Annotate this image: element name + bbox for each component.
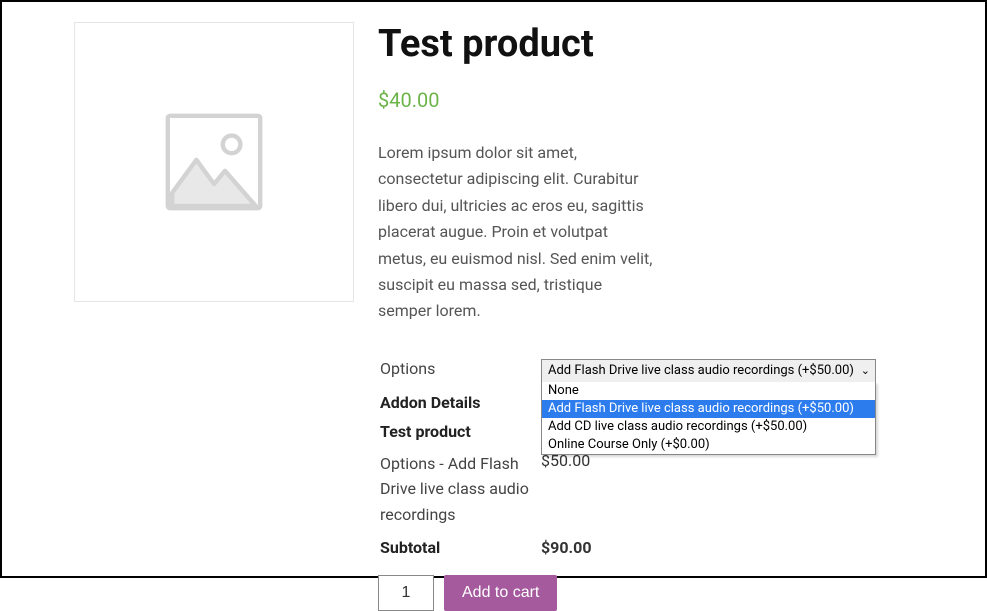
product-row: Test product $40.00 Lorem ipsum dolor si… [74,22,913,611]
subtotal-price: $90.00 [541,538,592,557]
options-select-value: Add Flash Drive live class audio recordi… [548,363,854,378]
image-placeholder-icon [159,107,269,217]
addon-product-name: Test product [380,418,539,445]
options-select-option[interactable]: Online Course Only (+$0.00) [542,436,875,454]
options-select-display[interactable]: Add Flash Drive live class audio recordi… [541,359,876,383]
chevron-down-icon: ⌄ [861,360,870,382]
options-label: Options [380,359,435,378]
options-select-option[interactable]: Add Flash Drive live class audio recordi… [542,400,875,418]
options-select-option[interactable]: Add CD live class audio recordings (+$50… [542,418,875,436]
product-description: Lorem ipsum dolor sit amet, consectetur … [378,140,658,325]
product-details: Test product $40.00 Lorem ipsum dolor si… [378,22,913,611]
options-select[interactable]: Add Flash Drive live class audio recordi… [541,359,876,383]
options-select-dropdown: None Add Flash Drive live class audio re… [541,382,876,455]
add-to-cart-button[interactable]: Add to cart [444,575,557,611]
quantity-input[interactable] [378,575,434,611]
addon-selected-option-text: Options - Add Flash Drive live class aud… [380,454,529,524]
subtotal-label: Subtotal [380,534,539,561]
options-select-option[interactable]: None [542,382,875,400]
addon-details-heading: Addon Details [380,389,539,416]
addon-details-table: Options Add Flash Drive live class audio… [378,353,878,563]
product-page: Test product $40.00 Lorem ipsum dolor si… [0,0,987,578]
product-price: $40.00 [378,88,913,112]
product-image-placeholder[interactable] [74,22,354,302]
product-title: Test product [378,22,913,66]
add-to-cart-row: Add to cart [378,575,913,611]
